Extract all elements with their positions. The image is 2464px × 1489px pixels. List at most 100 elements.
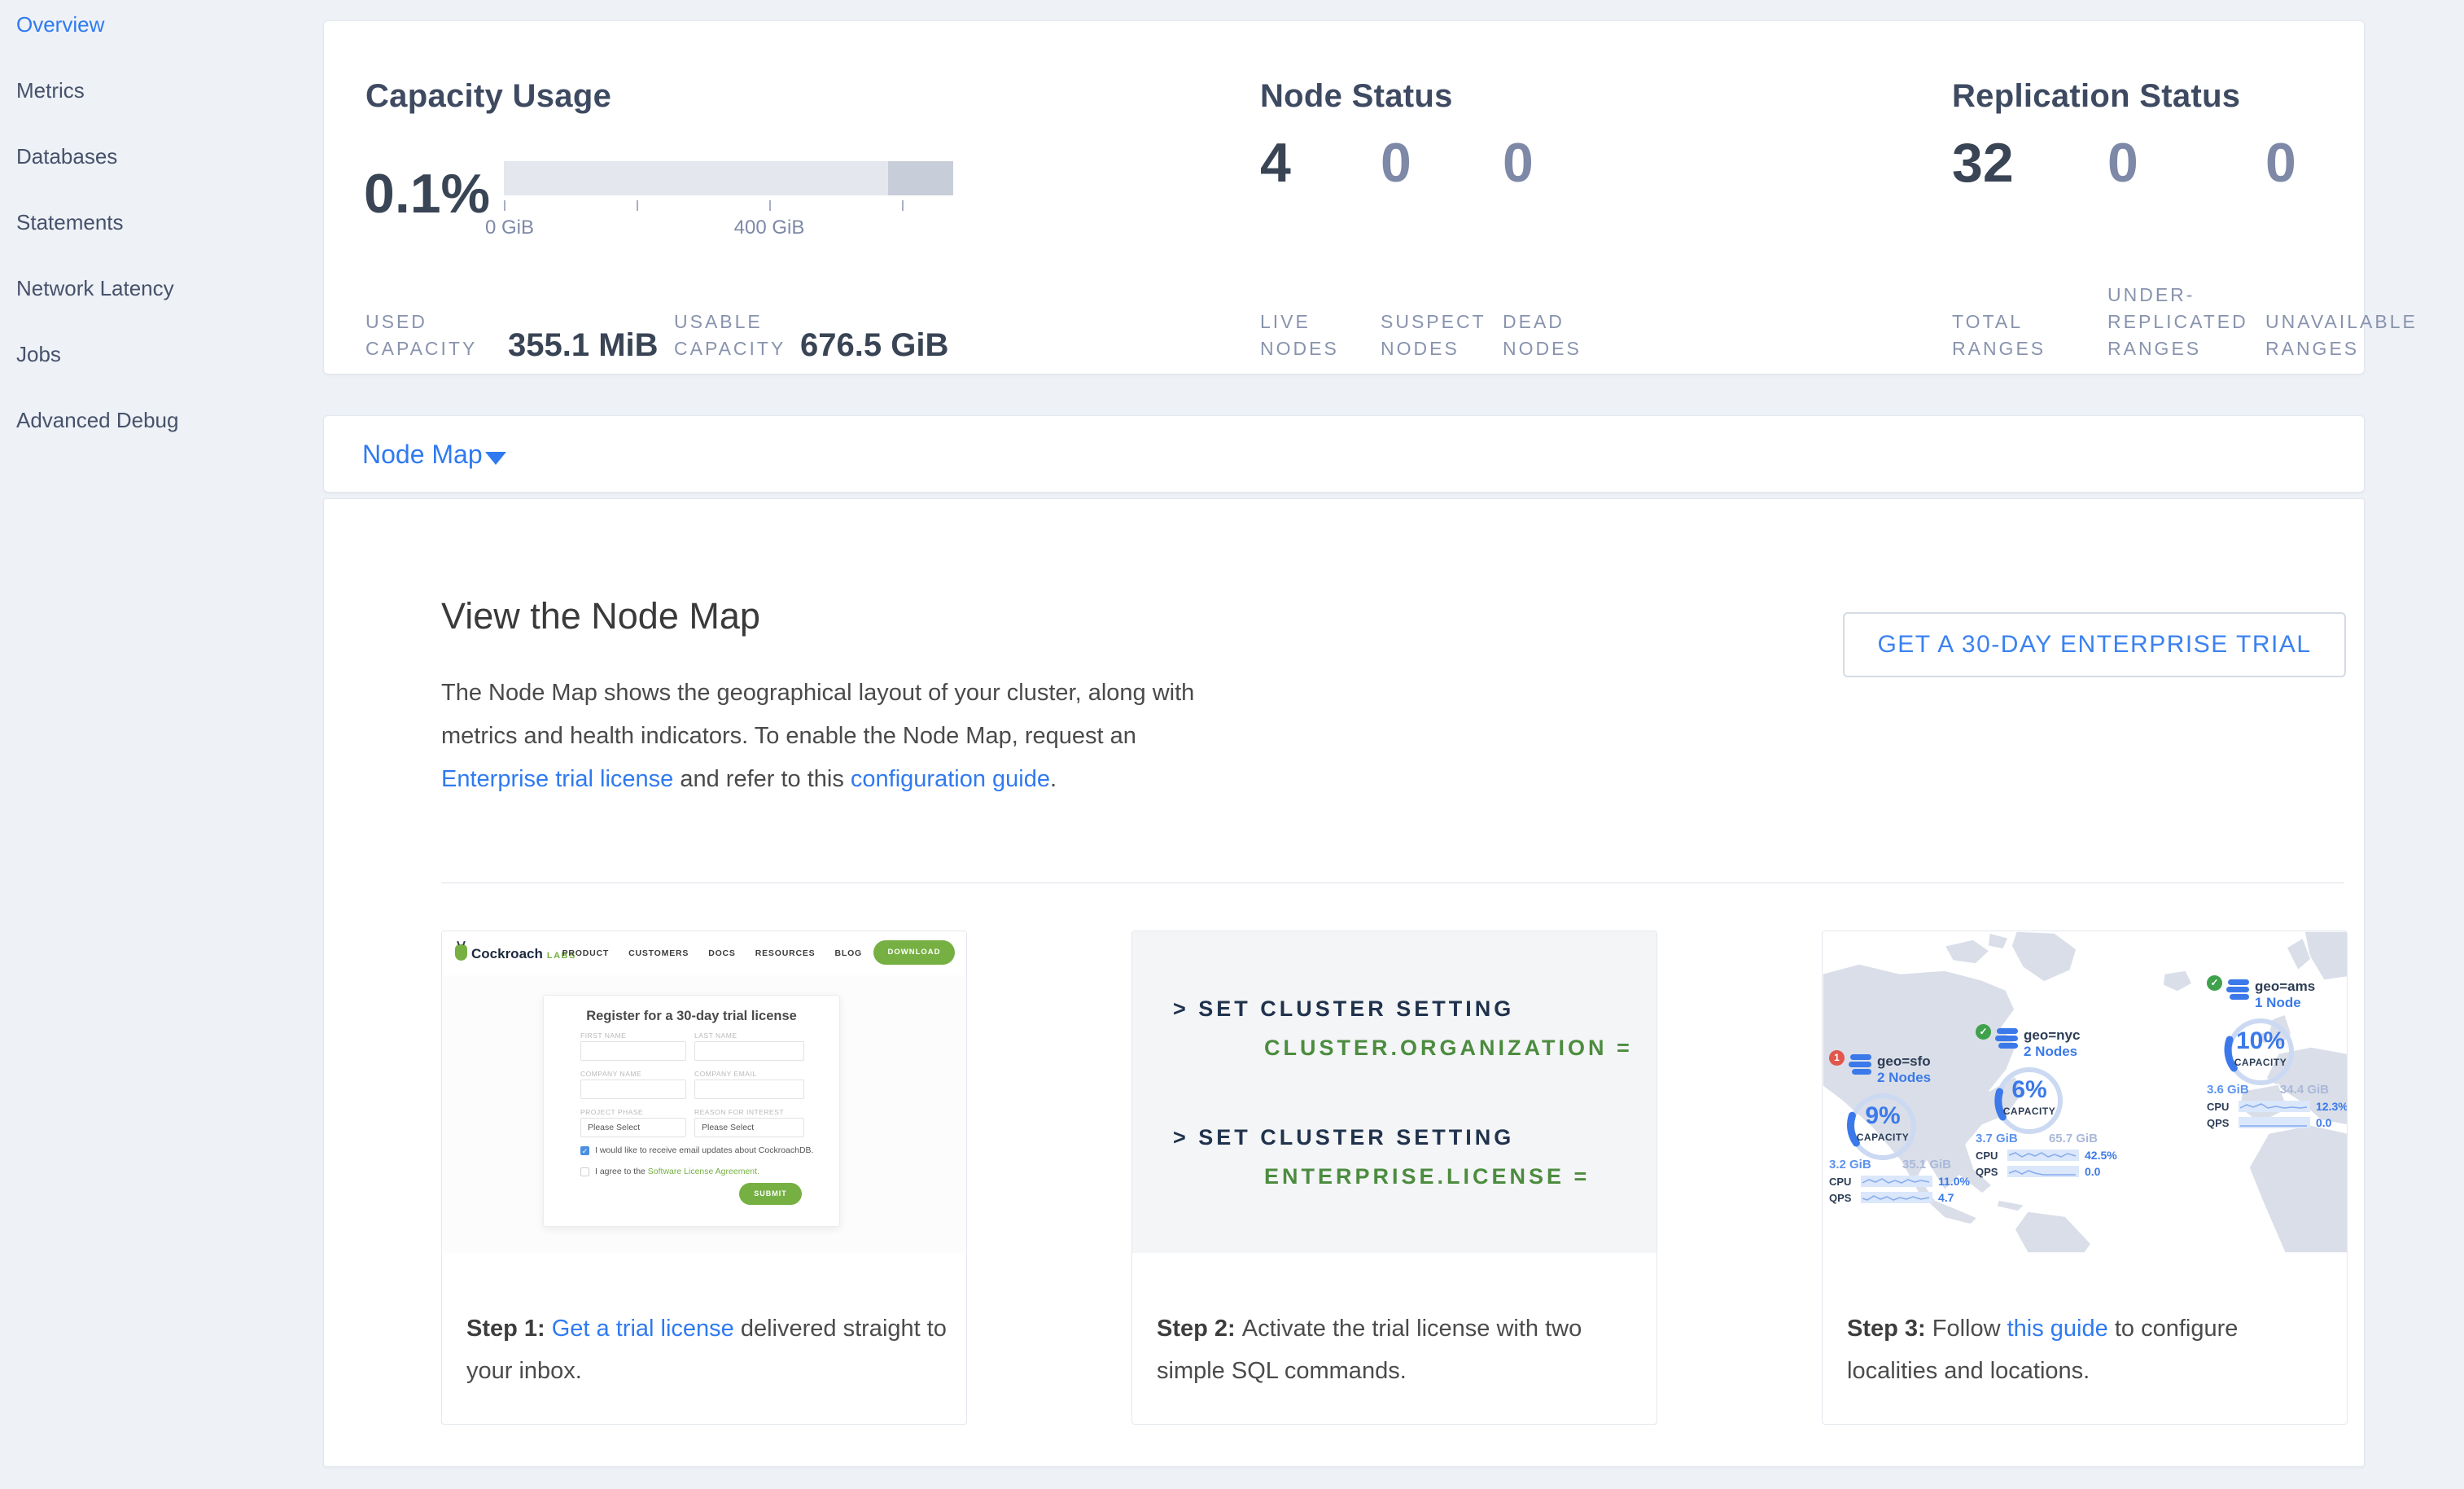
- cpu-sparkline-icon: [1861, 1176, 1932, 1187]
- capacity-axis-tick: [637, 200, 638, 211]
- qps-sparkline-icon: [2007, 1166, 2079, 1177]
- capacity-label: CAPACITY: [1840, 1132, 1925, 1143]
- qps-sparkline-icon: [1861, 1192, 1932, 1203]
- step1-caption: Step 1: Get a trial license delivered st…: [466, 1307, 947, 1392]
- nav-item-customers[interactable]: CUSTOMERS: [628, 948, 689, 958]
- description-text: .: [1050, 766, 1057, 792]
- sidebar: Overview Metrics Databases Statements Ne…: [0, 0, 323, 1489]
- sidebar-item-statements[interactable]: Statements: [16, 210, 124, 235]
- this-guide-link[interactable]: this guide: [2007, 1316, 2108, 1342]
- qps-value: 0.0: [2085, 1165, 2100, 1178]
- capacity-axis-label-400: 400 GiB: [734, 217, 805, 239]
- capacity-usage-title: Capacity Usage: [365, 78, 611, 115]
- sidebar-item-databases[interactable]: Databases: [16, 144, 117, 169]
- sidebar-item-overview[interactable]: Overview: [16, 12, 104, 37]
- used-capacity-label: USED CAPACITY: [365, 309, 508, 362]
- logo-text: Cockroach: [471, 946, 543, 962]
- reason-for-interest-select[interactable]: Please Select: [694, 1118, 804, 1137]
- nav-item-docs[interactable]: DOCS: [708, 948, 736, 958]
- locality-ams[interactable]: ✓ geo=ams 1 Node 10% CAPACITY: [2207, 979, 2348, 1129]
- enterprise-trial-license-link[interactable]: Enterprise trial license: [441, 766, 673, 792]
- locality-name: geo=nyc: [2024, 1027, 2080, 1044]
- locality-sfo[interactable]: 1 geo=sfo 2 Nodes 9% CAPACITY: [1829, 1053, 1972, 1204]
- section-divider: [441, 882, 2344, 883]
- step2-card: > SET CLUSTER SETTING CLUSTER.ORGANIZATI…: [1131, 931, 1657, 1425]
- node-status-title: Node Status: [1260, 78, 1453, 115]
- capacity-axis-tick: [902, 200, 904, 211]
- email-updates-label: I would like to receive email updates ab…: [595, 1145, 813, 1155]
- cockroach-labs-logo: Cockroach LABS: [455, 942, 576, 962]
- cpu-sparkline-icon: [2239, 1101, 2310, 1112]
- project-phase-label: PROJECT PHASE: [580, 1108, 686, 1116]
- usable-capacity-label: USABLE CAPACITY: [674, 309, 816, 362]
- page-title: View the Node Map: [441, 595, 760, 637]
- node-map-preview: 1 geo=sfo 2 Nodes 9% CAPACITY: [1823, 931, 2347, 1253]
- sql-line-4: ENTERPRISE.LICENSE =: [1264, 1164, 1590, 1189]
- license-agreement-label: I agree to the Software License Agreemen…: [595, 1167, 759, 1176]
- healthy-badge-icon: ✓: [2207, 975, 2222, 991]
- step1-card: Cockroach LABS PRODUCT CUSTOMERS DOCS RE…: [441, 931, 967, 1425]
- nav-item-resources[interactable]: RESOURCES: [755, 948, 816, 958]
- sql-commands-illustration: > SET CLUSTER SETTING CLUSTER.ORGANIZATI…: [1132, 931, 1657, 1253]
- step3-caption: Step 3: Follow this guide to configure l…: [1847, 1307, 2327, 1392]
- capacity-gauge: 6% CAPACITY: [1987, 1063, 2072, 1135]
- capacity-label: CAPACITY: [1987, 1106, 2072, 1117]
- cluster-summary-card: Capacity Usage 0.1% 0 GiB 400 GiB USED C…: [323, 20, 2365, 374]
- locality-nodes: 1 Node: [2255, 995, 2315, 1011]
- capacity-gauge: 10% CAPACITY: [2218, 1014, 2303, 1086]
- company-name-field[interactable]: [580, 1080, 686, 1099]
- capacity-axis-tick: [769, 200, 771, 211]
- total-ranges-count: 32: [1952, 135, 2014, 191]
- last-name-field[interactable]: [694, 1041, 804, 1061]
- qps-label: QPS: [1976, 1166, 2002, 1178]
- nav-item-blog[interactable]: BLOG: [834, 948, 862, 958]
- project-phase-select[interactable]: Please Select: [580, 1118, 686, 1137]
- admin-ui-screen: Overview Metrics Databases Statements Ne…: [0, 0, 2464, 1489]
- locality-nodes: 2 Nodes: [2024, 1044, 2080, 1060]
- capacity-label: CAPACITY: [2218, 1057, 2303, 1068]
- capacity-percent: 10%: [2218, 1027, 2303, 1055]
- license-agreement-checkbox-row: I agree to the Software License Agreemen…: [580, 1167, 759, 1176]
- company-email-field[interactable]: [694, 1080, 804, 1099]
- healthy-badge-icon: ✓: [1976, 1024, 1991, 1040]
- dead-nodes-label: DEAD NODES: [1503, 309, 1592, 362]
- capacity-axis-tick: [504, 200, 505, 211]
- usable-capacity-value: 676.5 GiB: [800, 327, 948, 364]
- configuration-guide-link[interactable]: configuration guide: [851, 766, 1050, 792]
- nodemap-selector-bar[interactable]: Node Map: [323, 415, 2365, 493]
- cpu-value: 12.3%: [2316, 1100, 2348, 1113]
- live-nodes-label: LIVE NODES: [1260, 309, 1350, 362]
- suspect-nodes-label: SUSPECT NODES: [1381, 309, 1490, 362]
- capacity-percent: 9%: [1840, 1102, 1925, 1130]
- used-capacity-value: 355.1 MiB: [508, 327, 659, 364]
- checkbox-unchecked-icon[interactable]: [580, 1167, 589, 1176]
- nodemap-dropdown[interactable]: Node Map: [362, 440, 483, 470]
- get-trial-license-link[interactable]: Get a trial license: [552, 1316, 734, 1342]
- unavailable-ranges-count: 0: [2265, 135, 2296, 191]
- download-button[interactable]: DOWNLOAD: [873, 940, 955, 965]
- nav-item-product[interactable]: PRODUCT: [562, 948, 610, 958]
- software-license-agreement-link[interactable]: Software License Agreement.: [648, 1167, 759, 1176]
- step2-caption: Step 2: Activate the trial license with …: [1157, 1307, 1637, 1392]
- capacity-gauge: 9% CAPACITY: [1840, 1089, 1925, 1161]
- under-replicated-count: 0: [2107, 135, 2138, 191]
- total-ranges-label: TOTAL RANGES: [1952, 309, 2062, 362]
- sidebar-item-metrics[interactable]: Metrics: [16, 78, 85, 103]
- warning-badge-icon: 1: [1829, 1050, 1845, 1066]
- get-enterprise-trial-button[interactable]: GET A 30-DAY ENTERPRISE TRIAL: [1843, 612, 2346, 677]
- reason-for-interest-label: REASON FOR INTEREST: [694, 1108, 804, 1116]
- checkbox-checked-icon[interactable]: ✓: [580, 1146, 589, 1155]
- cpu-value: 42.5%: [2085, 1149, 2117, 1162]
- submit-button[interactable]: SUBMIT: [739, 1183, 802, 1205]
- sidebar-item-advanced-debug[interactable]: Advanced Debug: [16, 408, 178, 433]
- sql-line-2: CLUSTER.ORGANIZATION =: [1264, 1036, 1633, 1061]
- email-updates-checkbox-row: ✓ I would like to receive email updates …: [580, 1145, 813, 1155]
- locality-name: geo=ams: [2255, 979, 2315, 995]
- locality-nyc[interactable]: ✓ geo=nyc 2 Nodes 6% CAPACITY: [1976, 1027, 2118, 1178]
- first-name-field[interactable]: [580, 1041, 686, 1061]
- under-replicated-label: UNDER-REPLICATED RANGES: [2107, 282, 2262, 362]
- locality-name: geo=sfo: [1877, 1053, 1931, 1070]
- sidebar-item-jobs[interactable]: Jobs: [16, 342, 61, 367]
- sidebar-item-network-latency[interactable]: Network Latency: [16, 276, 174, 301]
- nodes-stack-icon: [1997, 1028, 2018, 1050]
